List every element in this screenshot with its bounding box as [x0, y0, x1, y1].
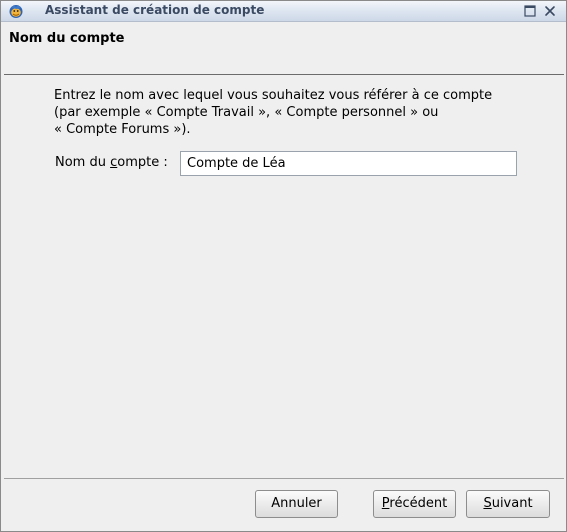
instructions-text: Entrez le nom avec lequel vous souhaitez… — [54, 87, 534, 138]
header-divider — [4, 74, 564, 75]
title-bar[interactable]: Assistant de création de compte — [1, 1, 566, 22]
wizard-header: Nom du compte — [1, 22, 566, 75]
account-name-input[interactable] — [180, 151, 517, 176]
next-button-label: uivant — [491, 496, 533, 511]
back-button-label: récédent — [389, 496, 448, 511]
account-name-label: Nom du compte : — [55, 155, 168, 170]
maximize-icon[interactable] — [523, 4, 537, 18]
instructions-line-3: « Compte Forums »). — [54, 122, 191, 137]
next-button-mnemonic: S — [483, 496, 492, 511]
cancel-button[interactable]: Annuler — [255, 490, 338, 518]
window-title: Assistant de création de compte — [45, 3, 265, 17]
account-wizard-window: Assistant de création de compte Nom du c… — [0, 0, 567, 532]
cancel-button-label: Annuler — [271, 496, 322, 511]
page-title: Nom du compte — [9, 31, 125, 46]
account-name-label-part2: ompte : — [117, 155, 168, 170]
instructions-line-1: Entrez le nom avec lequel vous souhaitez… — [54, 88, 493, 103]
next-button[interactable]: Suivant — [466, 490, 550, 518]
footer-divider — [4, 478, 564, 479]
thunderbird-icon[interactable] — [8, 3, 24, 19]
instructions-line-2: (par exemple « Compte Travail », « Compt… — [54, 105, 439, 120]
back-button[interactable]: Précédent — [373, 490, 456, 518]
close-icon[interactable] — [543, 4, 557, 18]
account-name-label-part1: Nom du — [55, 155, 111, 170]
